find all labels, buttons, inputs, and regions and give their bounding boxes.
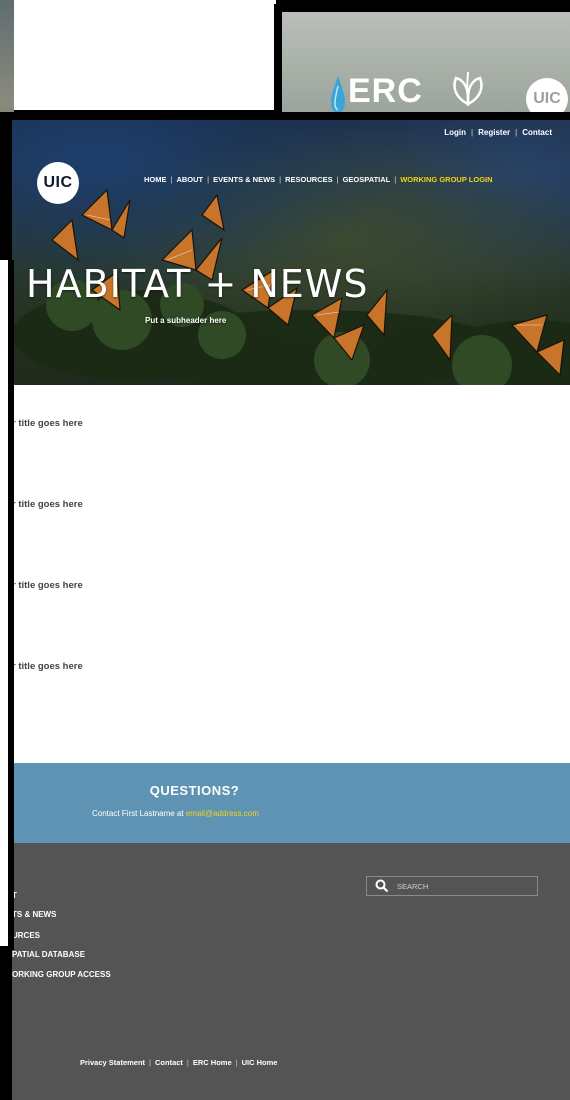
erc-logo-text: ERC xyxy=(348,72,423,110)
separator: | xyxy=(336,175,339,184)
logo-banner: ERC UIC xyxy=(282,12,570,116)
contact-email-link[interactable]: email@address.com xyxy=(186,809,259,818)
separator: | xyxy=(149,1058,151,1067)
contact-link[interactable]: Contact xyxy=(522,128,552,137)
separator: | xyxy=(235,1058,238,1067)
footer-link-events-news[interactable]: TS & NEWS xyxy=(12,910,56,919)
footer: T TS & NEWS URCES PATIAL DATABASE ORKING… xyxy=(12,843,570,1100)
nav-item-home[interactable]: HOME xyxy=(144,175,167,184)
article-title[interactable]: r title goes here xyxy=(12,418,83,429)
legal-links: Privacy Statement | Contact | ERC Home |… xyxy=(80,1058,277,1067)
nav-item-working-group-login[interactable]: WORKING GROUP LOGIN xyxy=(400,175,492,184)
search-input[interactable] xyxy=(397,881,517,891)
separator: | xyxy=(394,175,397,184)
search-box[interactable] xyxy=(366,876,538,896)
nav-item-about[interactable]: ABOUT xyxy=(176,175,203,184)
privacy-statement-link[interactable]: Privacy Statement xyxy=(80,1058,145,1067)
separator: | xyxy=(207,175,210,184)
uic-badge: UIC xyxy=(526,78,568,116)
separator: | xyxy=(515,128,518,137)
uic-home-link[interactable]: UIC Home xyxy=(242,1058,278,1067)
footer-link-working-group-access[interactable]: ORKING GROUP ACCESS xyxy=(12,970,111,979)
water-drop-icon xyxy=(331,76,345,113)
top-links: Login | Register | Contact xyxy=(444,128,552,137)
left-overlay-frame xyxy=(0,260,14,950)
page-frame: Login | Register | Contact UIC HOME | AB… xyxy=(0,112,570,1100)
search-icon[interactable] xyxy=(375,879,389,893)
article-title[interactable]: r title goes here xyxy=(12,499,83,510)
left-overlay-page xyxy=(0,260,8,946)
contact-text: Contact First Lastname at xyxy=(92,809,184,818)
questions-section: QUESTIONS? Contact First Lastname at ema… xyxy=(12,763,570,843)
background-page-fragment xyxy=(14,0,276,110)
page-title: HABITAT + NEWS xyxy=(26,262,369,306)
hero-banner: Login | Register | Contact UIC HOME | AB… xyxy=(12,120,570,385)
nav-item-events-news[interactable]: EVENTS & NEWS xyxy=(213,175,275,184)
footer-contact-link[interactable]: Contact xyxy=(155,1058,183,1067)
article-title[interactable]: r title goes here xyxy=(12,580,83,591)
separator: | xyxy=(471,128,474,137)
separator: | xyxy=(186,1058,189,1067)
nav-item-geospatial[interactable]: GEOSPATIAL xyxy=(343,175,391,184)
questions-contact: Contact First Lastname at email@address.… xyxy=(92,809,259,818)
main-nav: HOME | ABOUT | EVENTS & NEWS | RESOURCES… xyxy=(144,175,493,184)
leaf-logo-icon xyxy=(453,71,483,106)
background-logo-card: ERC UIC xyxy=(274,4,570,116)
questions-title: QUESTIONS? xyxy=(149,783,240,798)
footer-link-geospatial-database[interactable]: PATIAL DATABASE xyxy=(12,950,85,959)
footer-link-resources[interactable]: URCES xyxy=(12,931,40,940)
butterflies-photo xyxy=(12,188,570,385)
page-content: Login | Register | Contact UIC HOME | AB… xyxy=(12,120,570,1100)
uic-logo[interactable]: UIC xyxy=(37,162,79,204)
article-title[interactable]: r title goes here xyxy=(12,661,83,672)
erc-home-link[interactable]: ERC Home xyxy=(193,1058,232,1067)
separator: | xyxy=(170,175,173,184)
register-link[interactable]: Register xyxy=(478,128,510,137)
nav-item-resources[interactable]: RESOURCES xyxy=(285,175,333,184)
page-subtitle: Put a subheader here xyxy=(145,316,227,325)
separator: | xyxy=(279,175,282,184)
login-link[interactable]: Login xyxy=(444,128,466,137)
